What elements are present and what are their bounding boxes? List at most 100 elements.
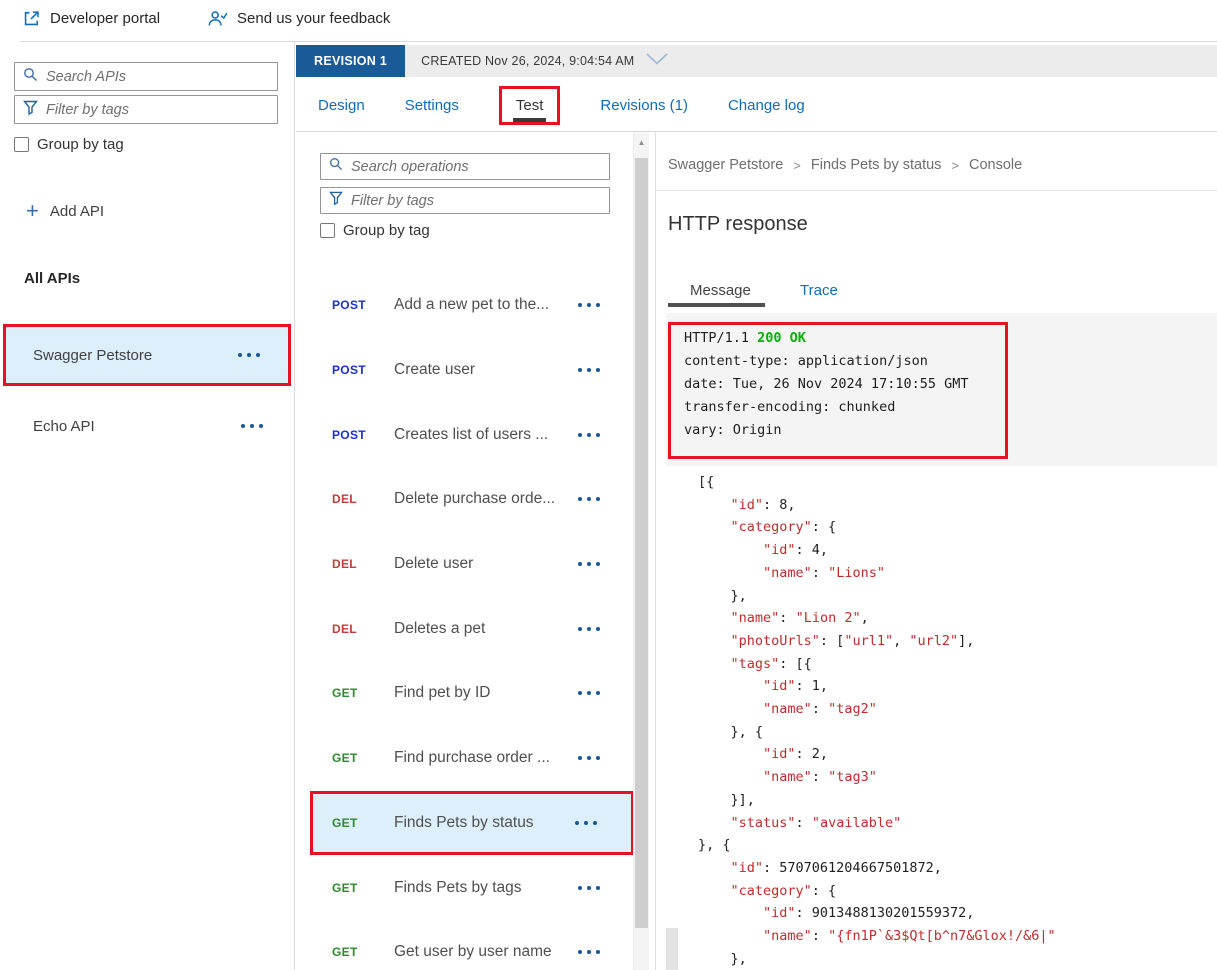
method-badge: GET (332, 815, 358, 830)
group-by-tag-checkbox[interactable] (320, 223, 335, 238)
operation-search-box (320, 153, 610, 180)
operation-label: Get user by user name (394, 943, 552, 961)
ellipsis-icon[interactable] (578, 885, 600, 890)
json-key: "name" (763, 928, 812, 945)
ellipsis-icon[interactable] (578, 497, 600, 502)
json-line: "photoUrls": ["url1", "url2"], (698, 630, 1056, 653)
operation-row[interactable]: GET Finds Pets by tags (310, 855, 634, 920)
group-by-tag-sidebar[interactable]: Group by tag (14, 136, 124, 153)
json-line: }, (698, 948, 1056, 970)
breadcrumb-item[interactable]: Console (969, 157, 1022, 173)
group-by-tag-checkbox[interactable] (14, 137, 29, 152)
operation-row[interactable]: POST Create user (310, 338, 634, 403)
operations-scrollbar[interactable]: ▲ (633, 133, 649, 970)
json-punct: : (811, 769, 829, 786)
operation-row[interactable]: GET Finds Pets by status (310, 790, 634, 856)
scroll-up-icon[interactable]: ▲ (634, 135, 649, 149)
group-by-tag-operations[interactable]: Group by tag (320, 222, 430, 239)
api-filter-box (14, 95, 278, 124)
breadcrumb-divider (656, 190, 1217, 191)
operation-label: Finds Pets by status (394, 813, 534, 831)
ellipsis-icon[interactable] (241, 424, 263, 428)
json-punct: , (860, 610, 869, 627)
operation-row[interactable]: DEL Delete purchase orde... (310, 467, 634, 532)
api-name: Echo API (33, 417, 95, 435)
status-code: 200 OK (757, 330, 806, 346)
chevron-down-icon[interactable] (646, 52, 668, 70)
console-tab-message[interactable]: Message (690, 282, 751, 299)
json-punct (698, 860, 731, 876)
tab-label: Settings (404, 96, 459, 114)
operation-row[interactable]: POST Add a new pet to the... (310, 273, 634, 338)
revision-strip: REVISION 1 CREATED Nov 26, 2024, 9:04:54… (296, 45, 1217, 77)
search-icon (329, 157, 343, 176)
json-punct (698, 678, 763, 694)
json-string: "Lion 2" (795, 610, 861, 627)
breadcrumb-item[interactable]: Swagger Petstore (668, 157, 783, 173)
scrollbar-thumb[interactable] (635, 158, 648, 928)
ellipsis-icon[interactable] (578, 562, 600, 567)
ellipsis-icon[interactable] (578, 303, 600, 308)
json-punct: : 1, (795, 678, 829, 695)
json-punct (698, 542, 763, 558)
ellipsis-icon[interactable] (578, 432, 600, 437)
operation-row[interactable]: DEL Delete user (310, 532, 634, 597)
ellipsis-icon[interactable] (575, 820, 597, 825)
method-badge: POST (332, 298, 366, 313)
ellipsis-icon[interactable] (578, 950, 600, 955)
console-tab-trace[interactable]: Trace (800, 282, 838, 299)
page-title: HTTP response (668, 213, 808, 235)
topbar-divider (20, 41, 1217, 42)
sidebar-api-item[interactable]: Echo API (3, 400, 291, 452)
operation-row[interactable]: GET Find pet by ID (310, 661, 634, 726)
tab-label: Test (515, 96, 544, 114)
feedback-link[interactable]: Send us your feedback (207, 9, 390, 28)
json-punct (698, 928, 763, 944)
response-header-line: transfer-encoding: chunked (684, 399, 896, 415)
json-line: "tags": [{ (698, 653, 1056, 676)
filter-apis-input[interactable] (46, 101, 269, 118)
filter-operations-input[interactable] (351, 192, 601, 209)
breadcrumb-item[interactable]: Finds Pets by status (811, 157, 942, 173)
json-punct: : (779, 610, 796, 627)
ellipsis-icon[interactable] (578, 756, 600, 761)
add-api-button[interactable]: + Add API (26, 198, 104, 223)
operation-row[interactable]: POST Creates list of users ... (310, 402, 634, 467)
json-punct: : 9013488130201559372, (795, 905, 975, 922)
json-line: "category": { (698, 516, 1056, 539)
developer-portal-link[interactable]: Developer portal (22, 9, 160, 28)
ellipsis-icon[interactable] (578, 691, 600, 696)
tab-design[interactable]: Design (318, 87, 365, 124)
ellipsis-icon[interactable] (238, 353, 260, 357)
tab-test[interactable]: Test (498, 85, 561, 125)
ellipsis-icon[interactable] (578, 368, 600, 373)
search-apis-input[interactable] (46, 68, 269, 85)
tab-change-log[interactable]: Change log (728, 87, 805, 124)
body-scrollbar[interactable] (666, 928, 678, 970)
sidebar-api-item[interactable]: Swagger Petstore (3, 324, 291, 386)
feedback-label: Send us your feedback (237, 10, 391, 27)
response-status-line: HTTP/1.1 200 OK (684, 327, 968, 350)
json-key: "name" (730, 610, 780, 627)
json-punct (698, 883, 731, 899)
operations-list: POST Add a new pet to the... POST Create us… (310, 273, 634, 970)
json-punct (698, 633, 731, 649)
search-icon (23, 67, 38, 87)
json-string: "{fn1P`&3$Qt[b^n7&Glox!/&6|" (828, 928, 1056, 945)
tab-settings[interactable]: Settings (405, 87, 459, 124)
search-operations-input[interactable] (351, 158, 601, 175)
json-punct: : (811, 701, 829, 718)
json-punct: : [{ (779, 655, 812, 672)
app-window: Developer portal Send us your feedback G… (0, 0, 1217, 970)
method-badge: DEL (332, 557, 357, 572)
tab-revisions-1-[interactable]: Revisions (1) (600, 87, 688, 124)
operation-row[interactable]: GET Find purchase order ... (310, 726, 634, 791)
operation-row[interactable]: DEL Deletes a pet (310, 596, 634, 661)
json-string: "tag2" (828, 701, 877, 718)
json-line: "status": "available" (698, 812, 1056, 835)
operation-row[interactable]: GET Get user by user name (310, 920, 634, 970)
operation-label: Add a new pet to the... (394, 296, 550, 314)
json-punct (698, 905, 763, 921)
ellipsis-icon[interactable] (578, 626, 600, 631)
plus-icon: + (26, 198, 39, 223)
